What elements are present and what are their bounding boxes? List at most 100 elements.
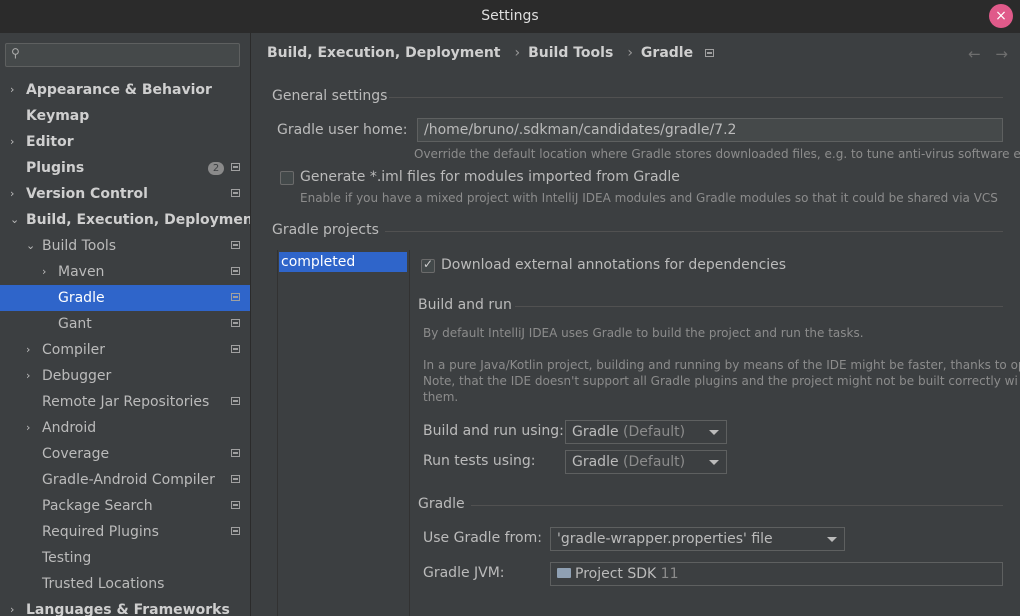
sidebar-item-build-execution-deployment[interactable]: ⌄ Build, Execution, Deployment: [0, 207, 250, 233]
sidebar-item-appearance-behavior[interactable]: › Appearance & Behavior: [0, 77, 250, 103]
folder-icon: [557, 568, 571, 578]
settings-sidebar: ⚲ › Appearance & Behavior Keymap › Editor Plu…: [0, 33, 251, 616]
chevron-down-icon: [709, 460, 719, 465]
chevron-right-icon[interactable]: ›: [42, 259, 46, 285]
sidebar-item-gradle[interactable]: Gradle: [0, 285, 250, 311]
search-icon: ⚲: [11, 46, 20, 60]
sidebar-item-label: Gradle-Android Compiler: [42, 472, 215, 488]
chevron-down-icon[interactable]: ⌄: [10, 207, 19, 233]
dropdown-default-suffix: (Default): [623, 454, 686, 470]
generate-iml-label[interactable]: Generate *.iml files for modules importe…: [300, 169, 680, 185]
build-and-run-hint: In a pure Java/Kotlin project, building …: [423, 358, 1020, 372]
sidebar-item-label: Testing: [42, 550, 92, 566]
gradle-user-home-field[interactable]: /home/bruno/.sdkman/candidates/gradle/7.…: [417, 118, 1003, 142]
forward-arrow-icon[interactable]: →: [995, 45, 1008, 63]
sidebar-item-plugins[interactable]: Plugins 2: [0, 155, 250, 181]
window-title: Settings: [481, 8, 539, 24]
sidebar-item-label: Version Control: [26, 186, 148, 202]
sidebar-item-label: Build Tools: [42, 238, 117, 254]
project-level-icon: [231, 475, 240, 483]
build-run-using-dropdown[interactable]: Gradle (Default): [565, 420, 727, 444]
project-level-icon: [231, 345, 240, 353]
dropdown-value: Gradle: [572, 454, 619, 470]
breadcrumb-item-gradle: Gradle: [640, 45, 694, 61]
breadcrumb-item-build-tools[interactable]: Build Tools: [528, 45, 613, 61]
sidebar-item-label: Coverage: [42, 446, 110, 462]
sidebar-item-label: Remote Jar Repositories: [42, 394, 210, 410]
gradle-jvm-label: Gradle JVM:: [423, 565, 505, 581]
breadcrumb-item-build-execution-deployment[interactable]: Build, Execution, Deployment: [267, 45, 501, 61]
back-arrow-icon[interactable]: ←: [968, 45, 981, 63]
general-settings-title: General settings: [272, 88, 388, 104]
project-level-icon: [231, 319, 240, 327]
breadcrumb: Build, Execution, Deployment › Build Tools…: [267, 45, 726, 61]
sidebar-item-required-plugins[interactable]: Required Plugins: [0, 519, 250, 545]
use-gradle-from-dropdown[interactable]: 'gradle-wrapper.properties' file: [550, 527, 845, 551]
dropdown-default-suffix: (Default): [623, 424, 686, 440]
sidebar-item-label: Editor: [26, 134, 74, 150]
sidebar-item-keymap[interactable]: Keymap: [0, 103, 250, 129]
sidebar-item-testing[interactable]: Testing: [0, 545, 250, 571]
sidebar-item-label: Gant: [58, 316, 92, 332]
updates-badge: 2: [208, 162, 224, 175]
breadcrumb-separator: ›: [514, 45, 521, 61]
section-divider: [385, 231, 1003, 232]
sidebar-item-label: Appearance & Behavior: [26, 82, 212, 98]
chevron-right-icon[interactable]: ›: [26, 363, 30, 389]
sidebar-item-trusted-locations[interactable]: Trusted Locations: [0, 571, 250, 597]
sidebar-item-editor[interactable]: › Editor: [0, 129, 250, 155]
sidebar-item-version-control[interactable]: › Version Control: [0, 181, 250, 207]
sidebar-item-compiler[interactable]: › Compiler: [0, 337, 250, 363]
dropdown-value: Project SDK: [575, 566, 657, 582]
sidebar-item-maven[interactable]: › Maven: [0, 259, 250, 285]
use-gradle-from-label: Use Gradle from:: [423, 530, 542, 546]
sidebar-item-android[interactable]: › Android: [0, 415, 250, 441]
build-and-run-hint: By default IntelliJ IDEA uses Gradle to …: [423, 326, 864, 340]
sidebar-item-debugger[interactable]: › Debugger: [0, 363, 250, 389]
sidebar-item-label: Required Plugins: [42, 524, 159, 540]
chevron-right-icon[interactable]: ›: [10, 77, 14, 103]
sidebar-item-label: Gradle: [58, 290, 105, 306]
breadcrumb-separator: ›: [627, 45, 633, 61]
chevron-right-icon[interactable]: ›: [10, 181, 14, 207]
sidebar-item-coverage[interactable]: Coverage: [0, 441, 250, 467]
sidebar-item-package-search[interactable]: Package Search: [0, 493, 250, 519]
sidebar-item-gant[interactable]: Gant: [0, 311, 250, 337]
download-annotations-label[interactable]: Download external annotations for depend…: [441, 257, 786, 273]
settings-search-input[interactable]: ⚲: [5, 43, 240, 67]
gradle-projects-list: completed: [277, 250, 410, 616]
sidebar-item-remote-jar-repositories[interactable]: Remote Jar Repositories: [0, 389, 250, 415]
generate-iml-checkbox[interactable]: [280, 171, 294, 185]
download-annotations-checkbox[interactable]: [421, 257, 435, 273]
project-level-icon: [231, 189, 240, 197]
chevron-right-icon[interactable]: ›: [10, 129, 14, 155]
section-divider: [471, 505, 1003, 506]
chevron-right-icon[interactable]: ›: [26, 337, 30, 363]
sidebar-item-languages-frameworks[interactable]: › Languages & Frameworks: [0, 597, 250, 616]
list-item[interactable]: completed: [279, 252, 407, 272]
close-button[interactable]: ×: [989, 4, 1013, 28]
chevron-down-icon: [709, 430, 719, 435]
window-title-bar: Settings ×: [0, 0, 1020, 33]
generate-iml-hint: Enable if you have a mixed project with …: [300, 191, 998, 205]
project-level-icon: [231, 501, 240, 509]
gradle-projects-title: Gradle projects: [272, 222, 379, 238]
gradle-jvm-dropdown[interactable]: Project SDK 11: [550, 562, 1003, 586]
sidebar-item-gradle-android-compiler[interactable]: Gradle-Android Compiler: [0, 467, 250, 493]
chevron-right-icon[interactable]: ›: [10, 597, 14, 616]
run-tests-using-label: Run tests using:: [423, 453, 536, 469]
chevron-right-icon[interactable]: ›: [26, 415, 30, 441]
project-level-icon: [231, 527, 240, 535]
sidebar-item-label: Android: [42, 420, 97, 436]
sidebar-item-build-tools[interactable]: ⌄ Build Tools: [0, 233, 250, 259]
sidebar-item-label: Debugger: [42, 368, 112, 384]
sidebar-item-label: Build, Execution, Deployment: [26, 212, 251, 228]
sidebar-item-label: Package Search: [42, 498, 153, 514]
build-and-run-hint: Note, that the IDE doesn't support all G…: [423, 374, 1018, 388]
chevron-down-icon: [827, 537, 837, 542]
run-tests-using-dropdown[interactable]: Gradle (Default): [565, 450, 727, 474]
project-level-icon: [231, 449, 240, 457]
project-level-icon: [231, 267, 240, 275]
chevron-down-icon[interactable]: ⌄: [26, 233, 35, 259]
sidebar-item-label: Languages & Frameworks: [26, 602, 230, 616]
